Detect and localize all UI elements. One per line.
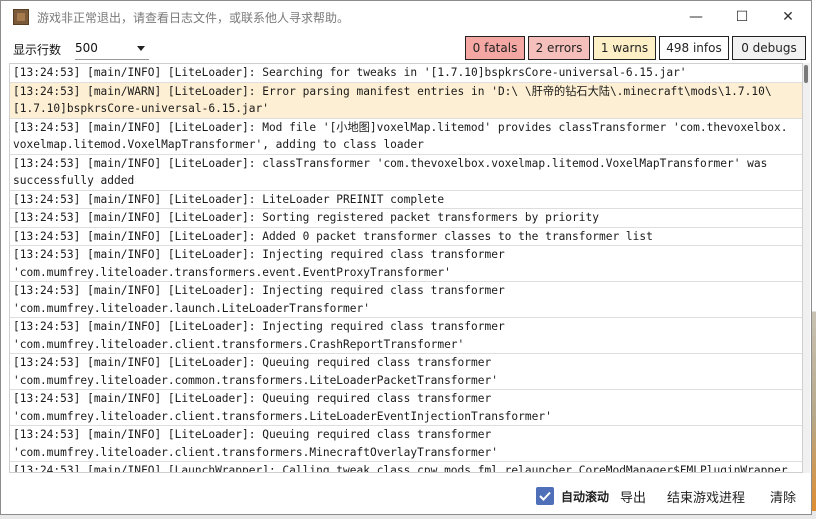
filter-warns-button[interactable]: 1 warns (593, 36, 656, 60)
log-line[interactable]: [13:24:53] [main/INFO] [LiteLoader]: Que… (10, 354, 802, 390)
export-button[interactable]: 导出 (620, 487, 646, 506)
log-scrollbar[interactable] (803, 63, 810, 473)
rows-label: 显示行数 (13, 43, 62, 57)
log-line[interactable]: [13:24:53] [main/INFO] [LiteLoader]: Sea… (10, 64, 802, 83)
filter-debugs-button[interactable]: 0 debugs (732, 36, 806, 60)
window-title: 游戏非正常退出，请查看日志文件，或联系他人寻求帮助。 (37, 10, 350, 25)
log-list[interactable]: [13:24:53] [main/INFO] [LiteLoader]: Sea… (9, 63, 803, 473)
log-window: 游戏非正常退出，请查看日志文件，或联系他人寻求帮助。 — ☐ ✕ 显示行数 50… (0, 0, 812, 515)
bottom-bar: 自动滚动 导出 结束游戏进程 清除 (1, 474, 811, 514)
rows-select-value: 500 (75, 41, 98, 55)
filter-errors-button[interactable]: 2 errors (528, 36, 590, 60)
title-bar[interactable]: 游戏非正常退出，请查看日志文件，或联系他人寻求帮助。 — ☐ ✕ (1, 1, 811, 33)
toolbar: 显示行数 500 0 fatals 2 errors 1 warns 498 i… (1, 33, 811, 63)
log-line[interactable]: [13:24:53] [main/INFO] [LiteLoader]: Inj… (10, 318, 802, 354)
log-line[interactable]: [13:24:53] [main/INFO] [LiteLoader]: Inj… (10, 282, 802, 318)
log-line[interactable]: [13:24:53] [main/INFO] [LiteLoader]: Que… (10, 390, 802, 426)
close-button[interactable]: ✕ (765, 1, 811, 33)
chevron-down-icon (137, 45, 145, 51)
rows-select[interactable]: 500 (75, 37, 149, 60)
scrollbar-thumb[interactable] (804, 65, 808, 83)
log-line[interactable]: [13:24:53] [main/INFO] [LiteLoader]: Lit… (10, 191, 802, 209)
checkmark-icon (539, 491, 551, 501)
minecraft-block-icon (13, 9, 29, 25)
minimize-button[interactable]: — (673, 1, 719, 33)
auto-scroll-label[interactable]: 自动滚动 (561, 488, 609, 505)
close-icon: ✕ (782, 9, 794, 25)
kill-game-button[interactable]: 结束游戏进程 (667, 487, 745, 506)
minimize-icon: — (689, 9, 703, 25)
window-controls: — ☐ ✕ (673, 1, 811, 33)
auto-scroll-checkbox[interactable] (536, 487, 554, 505)
filter-fatals-button[interactable]: 0 fatals (465, 36, 525, 60)
log-line[interactable]: [13:24:53] [main/INFO] [LiteLoader]: Add… (10, 228, 802, 246)
log-line[interactable]: [13:24:53] [main/INFO] [LaunchWrapper]: … (10, 462, 802, 472)
maximize-button[interactable]: ☐ (719, 1, 765, 33)
log-line[interactable]: [13:24:53] [main/INFO] [LiteLoader]: Que… (10, 426, 802, 462)
log-line[interactable]: [13:24:53] [main/WARN] [LiteLoader]: Err… (10, 82, 802, 119)
log-line[interactable]: [13:24:53] [main/INFO] [LiteLoader]: Inj… (10, 246, 802, 282)
log-line[interactable]: [13:24:53] [main/INFO] [LiteLoader]: Mod… (10, 119, 802, 155)
filter-infos-button[interactable]: 498 infos (659, 36, 729, 60)
log-line[interactable]: [13:24:53] [main/INFO] [LiteLoader]: Sor… (10, 209, 802, 228)
clear-button[interactable]: 清除 (770, 487, 796, 506)
maximize-icon: ☐ (735, 9, 749, 25)
log-line[interactable]: [13:24:53] [main/INFO] [LiteLoader]: cla… (10, 155, 802, 191)
